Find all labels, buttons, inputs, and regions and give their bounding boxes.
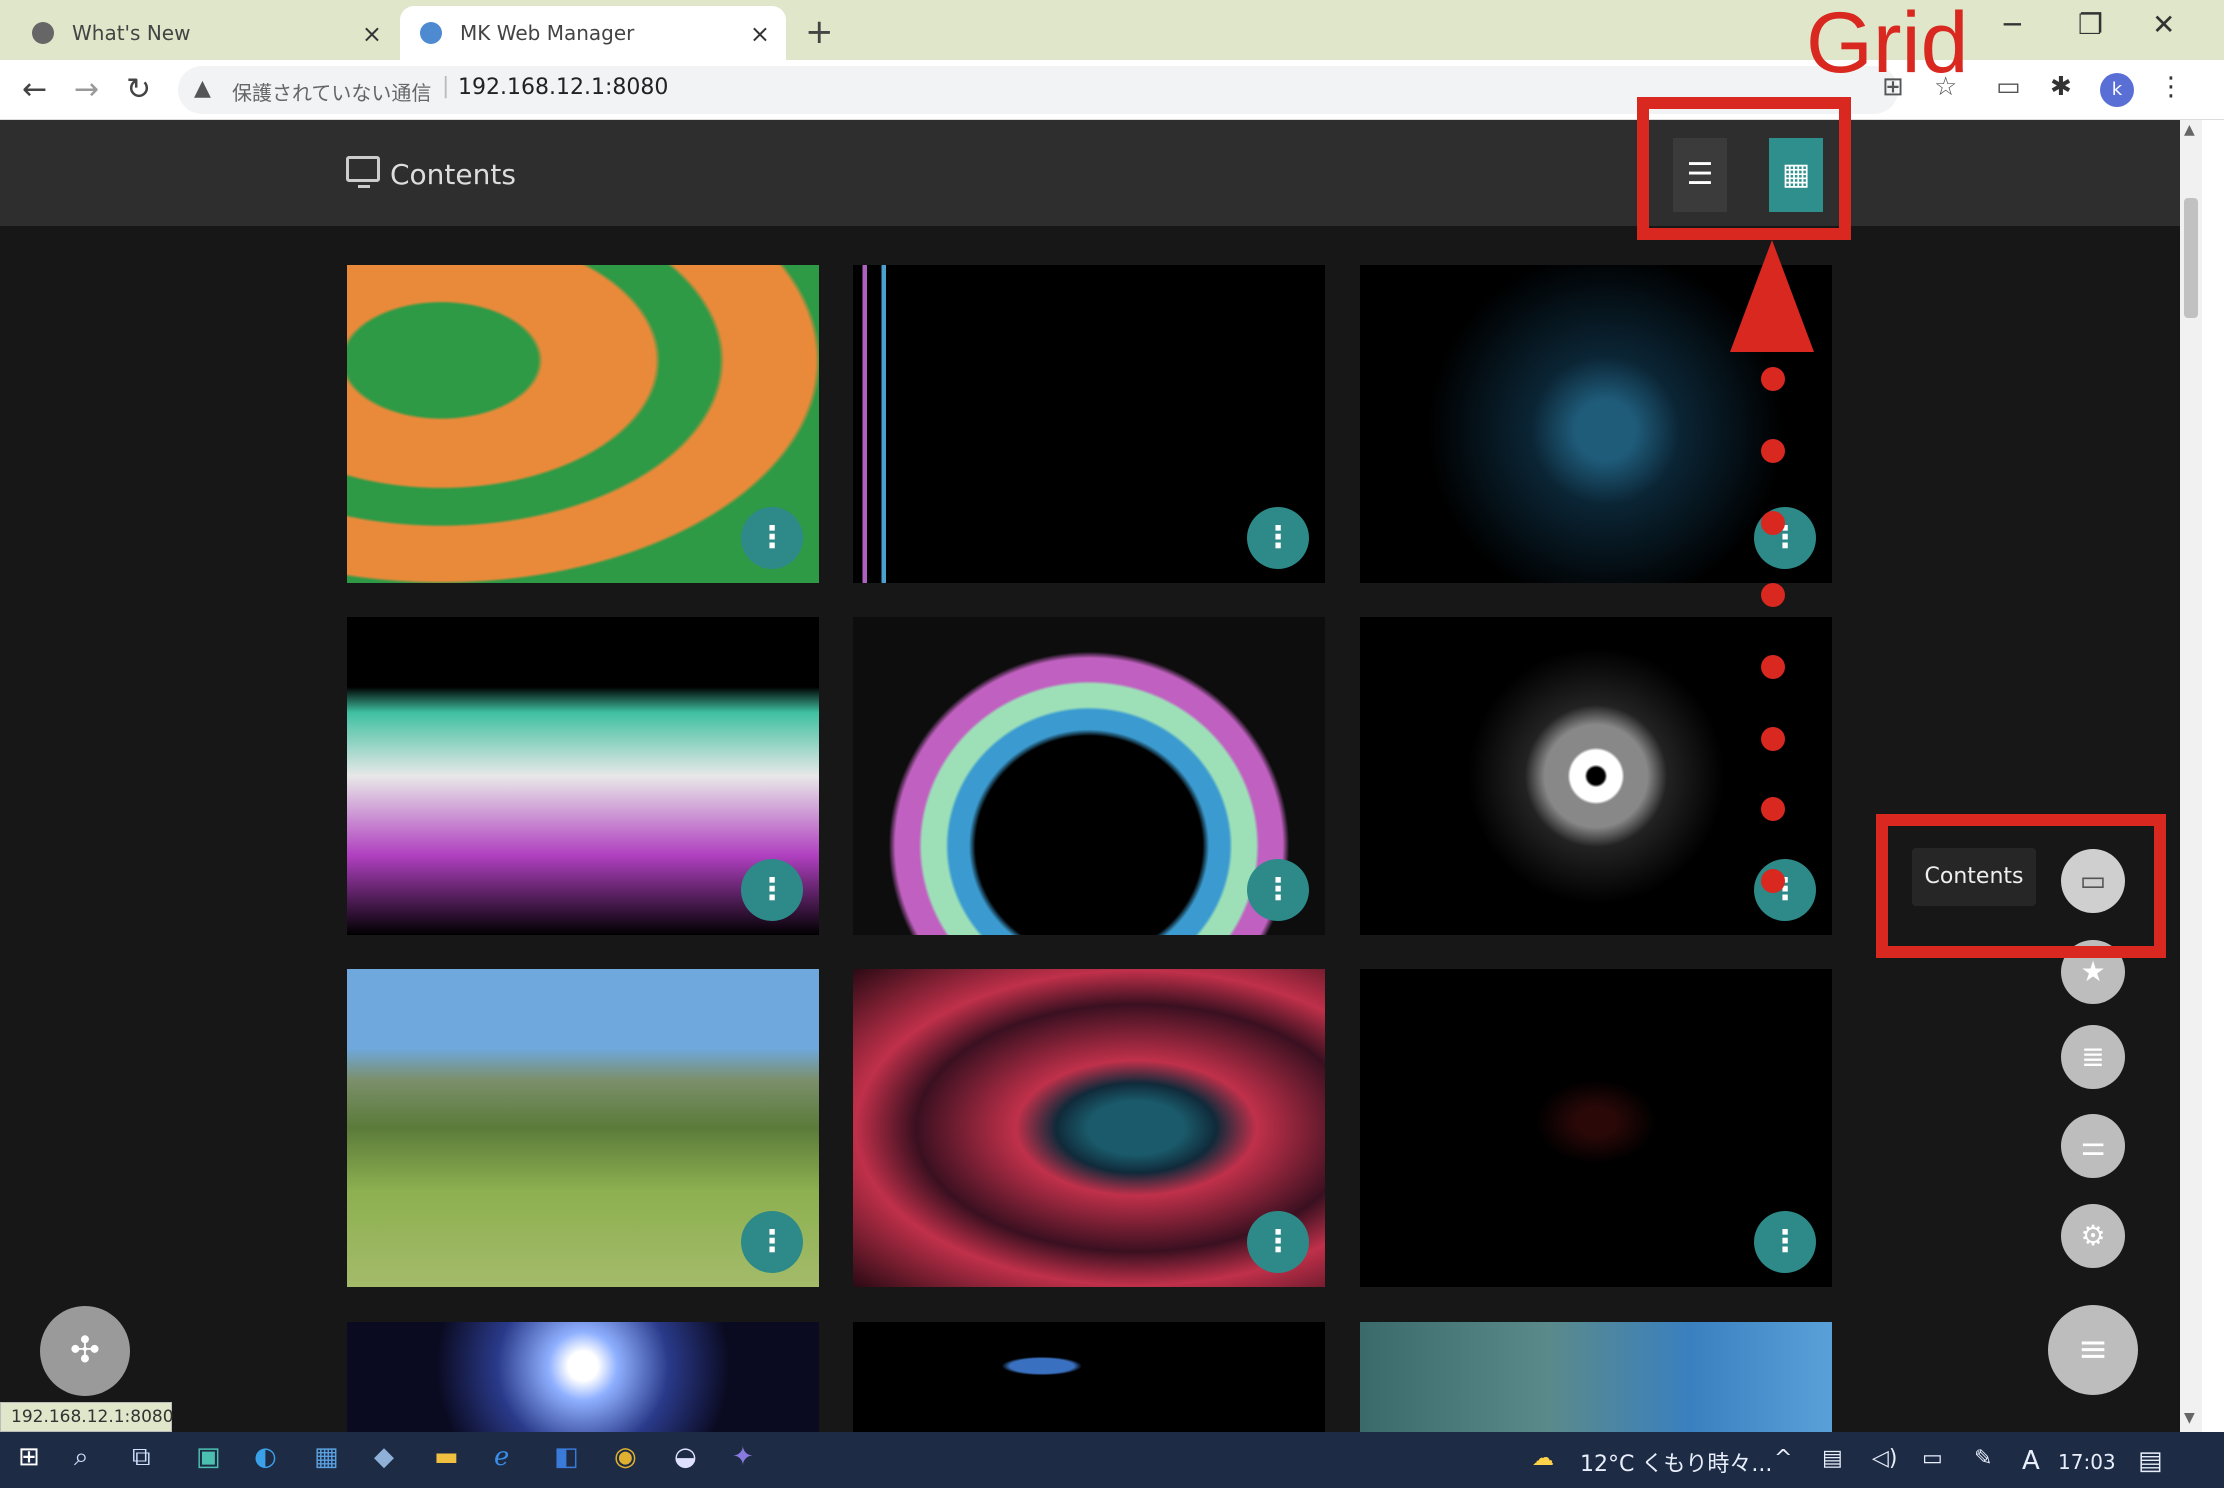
- divider: |: [442, 74, 450, 99]
- content-tile[interactable]: ⋮: [347, 617, 819, 935]
- content-tile[interactable]: [347, 1322, 819, 1432]
- annotation-dot: [1761, 511, 1785, 535]
- explorer-icon[interactable]: ▬: [434, 1442, 459, 1472]
- clock[interactable]: 17:03: [2058, 1450, 2116, 1474]
- annotation-arrow-head: [1730, 240, 1814, 352]
- annotation-dot: [1761, 727, 1785, 751]
- tile-menu-button[interactable]: ⋮: [1247, 507, 1309, 569]
- content-tile[interactable]: ⋮: [1360, 969, 1832, 1287]
- not-secure-label: 保護されていない通信: [232, 81, 432, 105]
- volume-icon[interactable]: ◁): [1872, 1446, 1898, 1471]
- annotation-dot: [1761, 869, 1785, 893]
- chrome-icon: [32, 22, 54, 44]
- ie-icon[interactable]: ℯ: [494, 1442, 509, 1472]
- monitor-icon: [346, 156, 380, 188]
- battery-icon[interactable]: ▭: [1922, 1446, 1943, 1471]
- content-tile[interactable]: [1360, 1322, 1832, 1432]
- profile-avatar[interactable]: k: [2100, 73, 2134, 107]
- network-icon[interactable]: ▤: [1822, 1446, 1843, 1471]
- gamepad-button[interactable]: ✣: [40, 1306, 130, 1396]
- new-tab-button[interactable]: +: [805, 12, 834, 52]
- chrome-taskbar-icon[interactable]: ◉: [614, 1442, 637, 1472]
- fab-main-menu-button[interactable]: ≡: [2048, 1305, 2138, 1395]
- reload-button[interactable]: ↻: [126, 72, 151, 107]
- forward-button[interactable]: →: [74, 72, 99, 107]
- annotation-dot: [1761, 797, 1785, 821]
- tile-menu-button[interactable]: ⋮: [741, 507, 803, 569]
- tile-menu-button[interactable]: ⋮: [1247, 859, 1309, 921]
- annotation-grid-label: Grid: [1806, 0, 1969, 91]
- tab-label: MK Web Manager: [460, 21, 635, 45]
- weather-text[interactable]: 12°C くもり時々...: [1580, 1446, 1772, 1478]
- notifications-icon[interactable]: ▤: [2138, 1446, 2163, 1476]
- restore-button[interactable]: ❐: [2078, 8, 2103, 41]
- url-text: 192.168.12.1:8080: [458, 75, 669, 100]
- annotation-dot: [1761, 439, 1785, 463]
- minimize-button[interactable]: ─: [2004, 8, 2021, 41]
- content-tile[interactable]: ⋮: [347, 265, 819, 583]
- app-icon[interactable]: ◒: [674, 1442, 697, 1472]
- scroll-down-arrow[interactable]: ▼: [2184, 1410, 2195, 1426]
- globe-icon: [420, 22, 442, 44]
- tray-chevron-icon[interactable]: ^: [1774, 1446, 1792, 1471]
- edge-icon[interactable]: ◐: [254, 1442, 277, 1472]
- back-button[interactable]: ←: [22, 72, 47, 107]
- fab-playlist-button[interactable]: ≣: [2061, 1025, 2125, 1089]
- task-view-icon[interactable]: ⧉: [132, 1442, 151, 1473]
- close-tab-icon[interactable]: ×: [362, 20, 382, 48]
- teams-icon[interactable]: ✦: [732, 1442, 754, 1472]
- outlook-icon[interactable]: ◧: [554, 1442, 579, 1472]
- tile-menu-button[interactable]: ⋮: [741, 1211, 803, 1273]
- not-secure-icon: ▲: [194, 76, 211, 101]
- annotation-dot: [1761, 655, 1785, 679]
- annotation-view-toggle-box: [1637, 97, 1851, 240]
- ime-indicator[interactable]: A: [2022, 1446, 2040, 1476]
- content-tile[interactable]: ⋮: [347, 969, 819, 1287]
- browser-menu-icon[interactable]: ⋮: [2158, 72, 2184, 102]
- tile-menu-button[interactable]: ⋮: [1247, 1211, 1309, 1273]
- tab-whats-new[interactable]: What's New ×: [2, 6, 398, 60]
- status-url: 192.168.12.1:8080: [0, 1402, 174, 1432]
- annotation-dot: [1761, 367, 1785, 391]
- pen-icon[interactable]: ✎: [1974, 1446, 1992, 1471]
- content-tile[interactable]: ⋮: [853, 969, 1325, 1287]
- annotation-fab-box: [1876, 814, 2166, 958]
- fab-adjust-button[interactable]: ⚌: [2061, 1114, 2125, 1178]
- app-header: [0, 120, 2180, 226]
- close-window-button[interactable]: ✕: [2152, 8, 2175, 41]
- cast-icon[interactable]: ▭: [1996, 72, 2021, 102]
- scrollbar-thumb[interactable]: [2184, 198, 2198, 318]
- tile-menu-button[interactable]: ⋮: [1754, 859, 1816, 921]
- close-tab-icon[interactable]: ×: [750, 20, 770, 48]
- app-icon[interactable]: ▣: [196, 1442, 221, 1472]
- start-icon[interactable]: ⊞: [18, 1442, 40, 1472]
- weather-icon: ☁: [1532, 1446, 1554, 1471]
- store-icon[interactable]: ▦: [314, 1442, 339, 1472]
- tile-menu-button[interactable]: ⋮: [1754, 1211, 1816, 1273]
- content-tile[interactable]: [853, 1322, 1325, 1432]
- fab-settings-button[interactable]: ⚙: [2061, 1204, 2125, 1268]
- content-tile[interactable]: ⋮: [853, 617, 1325, 935]
- tab-label: What's New: [72, 21, 191, 45]
- extensions-icon[interactable]: ✱: [2050, 72, 2072, 102]
- search-icon[interactable]: ⌕: [74, 1442, 89, 1473]
- tab-mk-web-manager[interactable]: MK Web Manager ×: [400, 6, 786, 60]
- content-tile[interactable]: ⋮: [853, 265, 1325, 583]
- tile-menu-button[interactable]: ⋮: [741, 859, 803, 921]
- page-title: Contents: [390, 158, 516, 191]
- scroll-up-arrow[interactable]: ▲: [2184, 122, 2195, 138]
- annotation-dot: [1761, 583, 1785, 607]
- app-icon[interactable]: ◆: [374, 1442, 394, 1472]
